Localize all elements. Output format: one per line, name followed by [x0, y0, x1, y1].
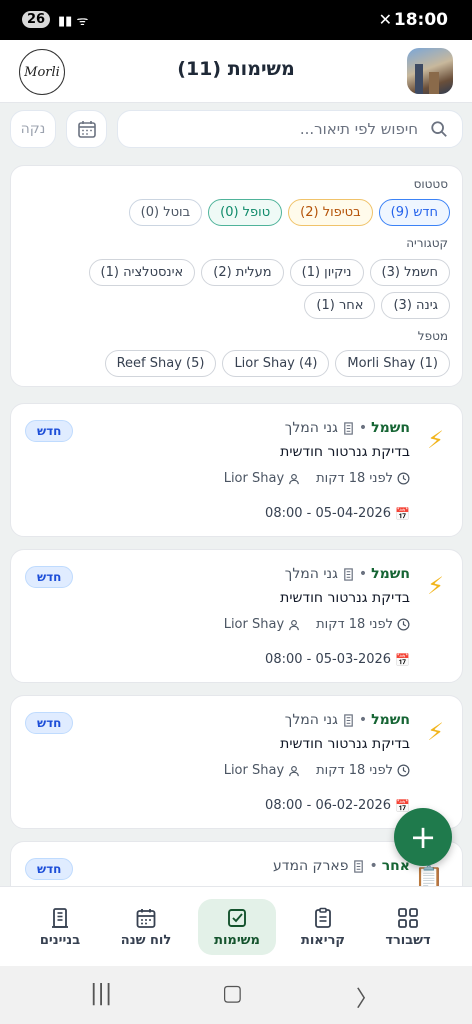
- category-chip-elevator[interactable]: מעלית (2): [201, 259, 284, 286]
- user-icon: [289, 473, 299, 484]
- status-badge: חדש: [25, 420, 74, 442]
- category-chip-electric[interactable]: חשמל (3): [369, 259, 450, 286]
- filters-panel: סטטוס חדש (9) בטיפול (2) טופל (0) בוטל (…: [10, 165, 463, 387]
- status-chip-in-progress[interactable]: בטיפול (2): [288, 199, 373, 226]
- building-icon: [344, 421, 353, 435]
- search-icon: [431, 121, 447, 137]
- task-description: בדיקת גנרטור חודשית: [280, 736, 410, 752]
- task-card[interactable]: ⚡ חשמל • גני המלך בדיקת גנרטור חודשית לפני 18…: [10, 549, 463, 683]
- task-scheduled-date: 06-02-2026 - 08:00: [265, 798, 392, 813]
- notification-count-badge: 26: [22, 11, 51, 28]
- bottom-navigation: דשבורד קריאות משימות לוח שנה בניינים: [0, 886, 472, 966]
- task-category: חשמל: [371, 566, 410, 582]
- task-building: פארק המדע: [273, 858, 349, 874]
- status-badge: חדש: [25, 566, 74, 588]
- app-header: Morli משימות (11): [0, 40, 472, 103]
- search-input[interactable]: חיפוש לפי תיאור...: [117, 110, 463, 148]
- status-chip-new[interactable]: חדש (9): [378, 199, 450, 226]
- task-assignee: Lior Shay: [223, 763, 285, 778]
- clock-icon: [397, 472, 410, 485]
- separator-dot: •: [369, 858, 378, 874]
- handler-filter-label: מטפל: [417, 329, 448, 343]
- user-icon: [289, 765, 299, 776]
- nav-calendar[interactable]: לוח שנה: [107, 899, 185, 955]
- task-elapsed: לפני 18 דקות: [316, 471, 393, 486]
- task-elapsed: לפני 18 דקות: [316, 617, 393, 632]
- task-elapsed: לפני 18 דקות: [316, 763, 393, 778]
- plus-icon: +: [409, 818, 437, 856]
- handler-chip[interactable]: Morli Shay (1): [335, 350, 450, 377]
- lightning-icon: ⚡: [427, 572, 444, 600]
- task-description: בדיקת גנרטור חודשית: [280, 444, 410, 460]
- lightning-icon: ⚡: [427, 718, 444, 746]
- status-filter-label: סטטוס: [413, 177, 448, 191]
- task-card[interactable]: ⚡ חשמל • גני המלך בדיקת גנרטור חודשית לפני 18…: [10, 695, 463, 829]
- nav-label: משימות: [214, 932, 260, 948]
- calendar-icon: [136, 908, 156, 928]
- task-building: גני המלך: [284, 712, 338, 728]
- nav-requests[interactable]: קריאות: [284, 899, 362, 955]
- task-assignee: Lior Shay: [223, 617, 285, 632]
- clock-icon: [397, 764, 410, 777]
- category-chip-plumbing[interactable]: אינסטלציה (1): [88, 259, 196, 286]
- clock: 18:00: [393, 10, 448, 30]
- back-icon[interactable]: 〉: [356, 981, 378, 1013]
- clipboard-icon: [315, 907, 331, 928]
- nav-label: קריאות: [300, 932, 346, 948]
- calendar-icon: 📅: [395, 652, 410, 667]
- mute-icon: ✕: [378, 10, 392, 29]
- clock-icon: [397, 618, 410, 631]
- nav-label: דשבורד: [385, 932, 431, 948]
- separator-dot: •: [358, 420, 368, 436]
- task-description: בדיקת גנרטור חודשית: [280, 590, 410, 606]
- calendar-icon: [77, 121, 96, 138]
- task-assignee: Lior Shay: [223, 471, 285, 486]
- building-icon: [344, 713, 353, 727]
- building-icon: [354, 859, 364, 873]
- add-task-button[interactable]: +: [394, 808, 452, 866]
- checkbox-icon: [228, 908, 246, 927]
- page-title: משימות (11): [177, 58, 295, 80]
- calendar-icon: 📅: [395, 798, 410, 813]
- search-placeholder: חיפוש לפי תיאור...: [299, 120, 418, 138]
- task-card[interactable]: ⚡ חשמל • גני המלך בדיקת גנרטור חודשית לפני 18…: [10, 403, 463, 537]
- nav-dashboard[interactable]: דשבורד: [369, 899, 447, 955]
- building-icon: [52, 907, 68, 928]
- task-category: חשמל: [371, 420, 410, 436]
- status-badge: חדש: [25, 858, 74, 880]
- handler-chip[interactable]: Reef Shay (5): [104, 350, 217, 377]
- task-scheduled-date: 05-04-2026 - 08:00: [265, 506, 392, 521]
- building-icon: [344, 567, 353, 581]
- category-chip-cleaning[interactable]: ניקיון (1): [289, 259, 364, 286]
- status-chip-cancelled[interactable]: בוטל (0): [128, 199, 203, 226]
- nav-label: בניינים: [39, 932, 81, 948]
- nav-buildings[interactable]: בניינים: [21, 899, 99, 955]
- separator-dot: •: [358, 566, 368, 582]
- nav-label: לוח שנה: [120, 932, 172, 948]
- system-navigation-bar: ||| ▢ 〉: [0, 966, 472, 1024]
- home-icon[interactable]: ▢: [222, 981, 243, 1006]
- lightning-icon: ⚡: [427, 426, 444, 454]
- user-icon: [289, 619, 299, 630]
- handler-chip[interactable]: Lior Shay (4): [222, 350, 330, 377]
- task-category: חשמל: [371, 712, 410, 728]
- recent-apps-icon[interactable]: |||: [90, 981, 112, 1006]
- date-filter-button[interactable]: [66, 110, 107, 148]
- calendar-icon: 📅: [395, 506, 410, 521]
- status-chip-handled[interactable]: טופל (0): [208, 199, 283, 226]
- separator-dot: •: [358, 712, 368, 728]
- profile-avatar[interactable]: [407, 48, 453, 94]
- dashboard-icon: [398, 907, 418, 928]
- category-chip-garden[interactable]: גינה (3): [381, 292, 450, 319]
- clear-button[interactable]: נקה: [10, 110, 56, 148]
- category-filter-label: קטגוריה: [406, 236, 448, 250]
- task-building: גני המלך: [284, 566, 338, 582]
- task-scheduled-date: 05-03-2026 - 08:00: [265, 652, 392, 667]
- nav-tasks[interactable]: משימות: [198, 899, 276, 955]
- signal-wifi-icon: ▮▮ ᯤ: [58, 14, 89, 29]
- category-chip-other[interactable]: אחר (1): [304, 292, 376, 319]
- status-badge: חדש: [25, 712, 74, 734]
- task-building: גני המלך: [284, 420, 338, 436]
- status-bar: 26 ▮▮ ᯤ ✕ 18:00: [0, 0, 472, 40]
